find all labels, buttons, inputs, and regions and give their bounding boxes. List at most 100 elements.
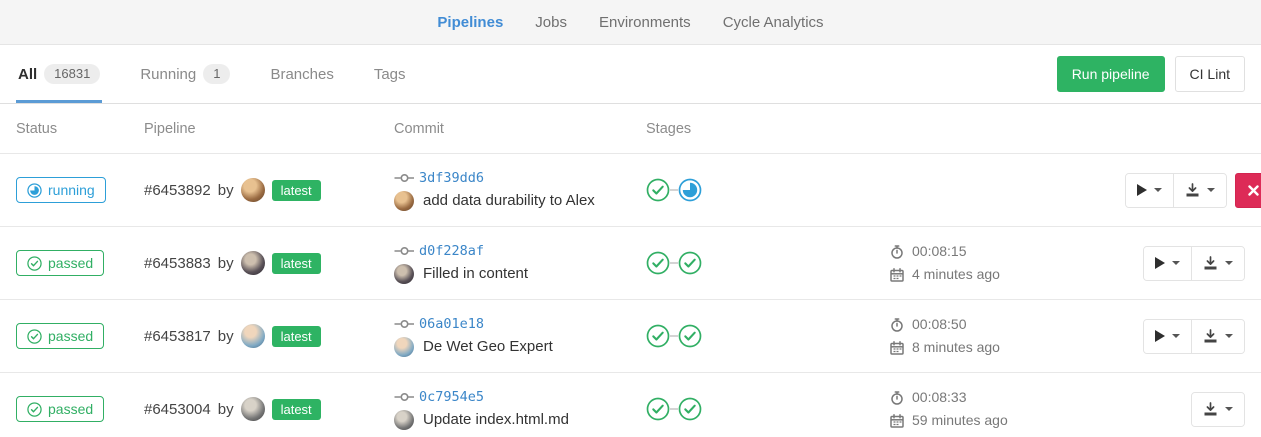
tab-all[interactable]: All 16831 [16,45,102,103]
caret-down-icon [1172,334,1180,338]
tab-tags-label: Tags [374,66,406,83]
by-label: by [218,182,234,199]
commit-message-link[interactable]: De Wet Geo Expert [423,338,553,355]
download-icon [1185,183,1200,198]
nav-item-pipelines[interactable]: Pipelines [437,14,503,31]
download-artifacts-button[interactable] [1192,393,1244,426]
stage-passed-icon[interactable] [646,324,670,348]
pipeline-duration: 00:08:33 [912,386,967,409]
pipeline-id-link[interactable]: #6453004 [144,401,211,418]
pipeline-finished-ago: 59 minutes ago [912,409,1008,432]
avatar[interactable] [394,410,414,430]
status-badge[interactable]: running [16,177,106,203]
avatar[interactable] [394,264,414,284]
avatar[interactable] [241,397,265,421]
play-icon [1137,184,1147,196]
status-badge[interactable]: passed [16,396,104,422]
stage-passed-icon[interactable] [646,397,670,421]
check-circle-icon [27,256,42,271]
commit-sha-link[interactable]: d0f228af [419,243,484,259]
tab-branches-label: Branches [270,66,333,83]
pipeline-row: passed #6453004 by latest 0c7954e5 Updat… [0,373,1261,437]
x-icon [1248,185,1259,196]
pipeline-id-link[interactable]: #6453817 [144,328,211,345]
commit-message-link[interactable]: Filled in content [423,265,528,282]
commit-message-link[interactable]: add data durability to Alex [423,192,595,209]
ci-lint-button[interactable]: CI Lint [1175,56,1245,92]
status-label: running [48,182,95,198]
run-pipeline-button[interactable]: Run pipeline [1057,56,1165,92]
stage-passed-icon[interactable] [678,397,702,421]
download-icon [1203,329,1218,344]
tab-tags[interactable]: Tags [372,45,408,103]
stage-passed-icon[interactable] [646,178,670,202]
download-artifacts-button[interactable] [1191,247,1244,280]
stage-connector [670,262,678,264]
commit-sha-link[interactable]: 0c7954e5 [419,389,484,405]
play-icon [1155,257,1165,269]
calendar-icon [890,268,904,282]
commit-sha-link[interactable]: 3df39dd6 [419,170,484,186]
header-status: Status [16,121,144,137]
caret-down-icon [1154,188,1162,192]
tab-branches[interactable]: Branches [268,45,335,103]
stage-running-icon[interactable] [678,178,702,202]
play-pipeline-button[interactable] [1126,174,1173,207]
nav-item-jobs[interactable]: Jobs [535,14,567,31]
avatar[interactable] [394,191,414,211]
nav-item-cycle-analytics[interactable]: Cycle Analytics [723,14,824,31]
latest-badge[interactable]: latest [272,180,321,201]
download-icon [1203,402,1218,417]
commit-icon [394,244,415,258]
pipeline-id-link[interactable]: #6453892 [144,182,211,199]
pipeline-finished-ago: 4 minutes ago [912,263,1000,286]
tab-running[interactable]: Running 1 [138,45,232,103]
manual-actions-group [1191,392,1245,427]
stage-passed-icon[interactable] [678,324,702,348]
commit-message-link[interactable]: Update index.html.md [423,411,569,428]
nav-item-environments[interactable]: Environments [599,14,691,31]
manual-actions-group [1143,246,1245,281]
latest-badge[interactable]: latest [272,253,321,274]
play-pipeline-button[interactable] [1144,247,1191,280]
commit-sha-link[interactable]: 06a01e18 [419,316,484,332]
pipeline-times: 00:08:15 4 minutes ago [890,240,1125,286]
status-badge[interactable]: passed [16,323,104,349]
play-pipeline-button[interactable] [1144,320,1191,353]
pipeline-row: passed #6453817 by latest 06a01e18 De We… [0,300,1261,373]
pipeline-duration: 00:08:15 [912,240,967,263]
caret-down-icon [1207,188,1215,192]
commit-icon [394,171,415,185]
header-stages: Stages [646,121,890,137]
caret-down-icon [1225,407,1233,411]
check-circle-icon [27,329,42,344]
pipelines-filter-bar: All 16831 Running 1 Branches Tags Run pi… [0,45,1261,104]
latest-badge[interactable]: latest [272,326,321,347]
download-artifacts-button[interactable] [1191,320,1244,353]
tab-running-label: Running [140,66,196,83]
latest-badge[interactable]: latest [272,399,321,420]
stopwatch-icon [890,245,904,259]
caret-down-icon [1225,261,1233,265]
project-nav: Pipelines Jobs Environments Cycle Analyt… [0,0,1261,45]
caret-down-icon [1225,334,1233,338]
running-spinner-icon [27,183,42,198]
avatar[interactable] [241,251,265,275]
cancel-pipeline-button[interactable] [1235,173,1261,208]
pipeline-row: running #6453892 by latest 3df39dd6 add … [0,154,1261,227]
status-badge[interactable]: passed [16,250,104,276]
manual-actions-group [1125,173,1227,208]
pipeline-id-link[interactable]: #6453883 [144,255,211,272]
stage-passed-icon[interactable] [678,251,702,275]
stage-passed-icon[interactable] [646,251,670,275]
header-commit: Commit [394,121,646,137]
play-icon [1155,330,1165,342]
tab-running-count: 1 [203,64,230,84]
avatar[interactable] [394,337,414,357]
avatar[interactable] [241,178,265,202]
filter-bar-actions: Run pipeline CI Lint [1057,45,1245,103]
avatar[interactable] [241,324,265,348]
caret-down-icon [1172,261,1180,265]
commit-icon [394,390,415,404]
download-artifacts-button[interactable] [1173,174,1226,207]
